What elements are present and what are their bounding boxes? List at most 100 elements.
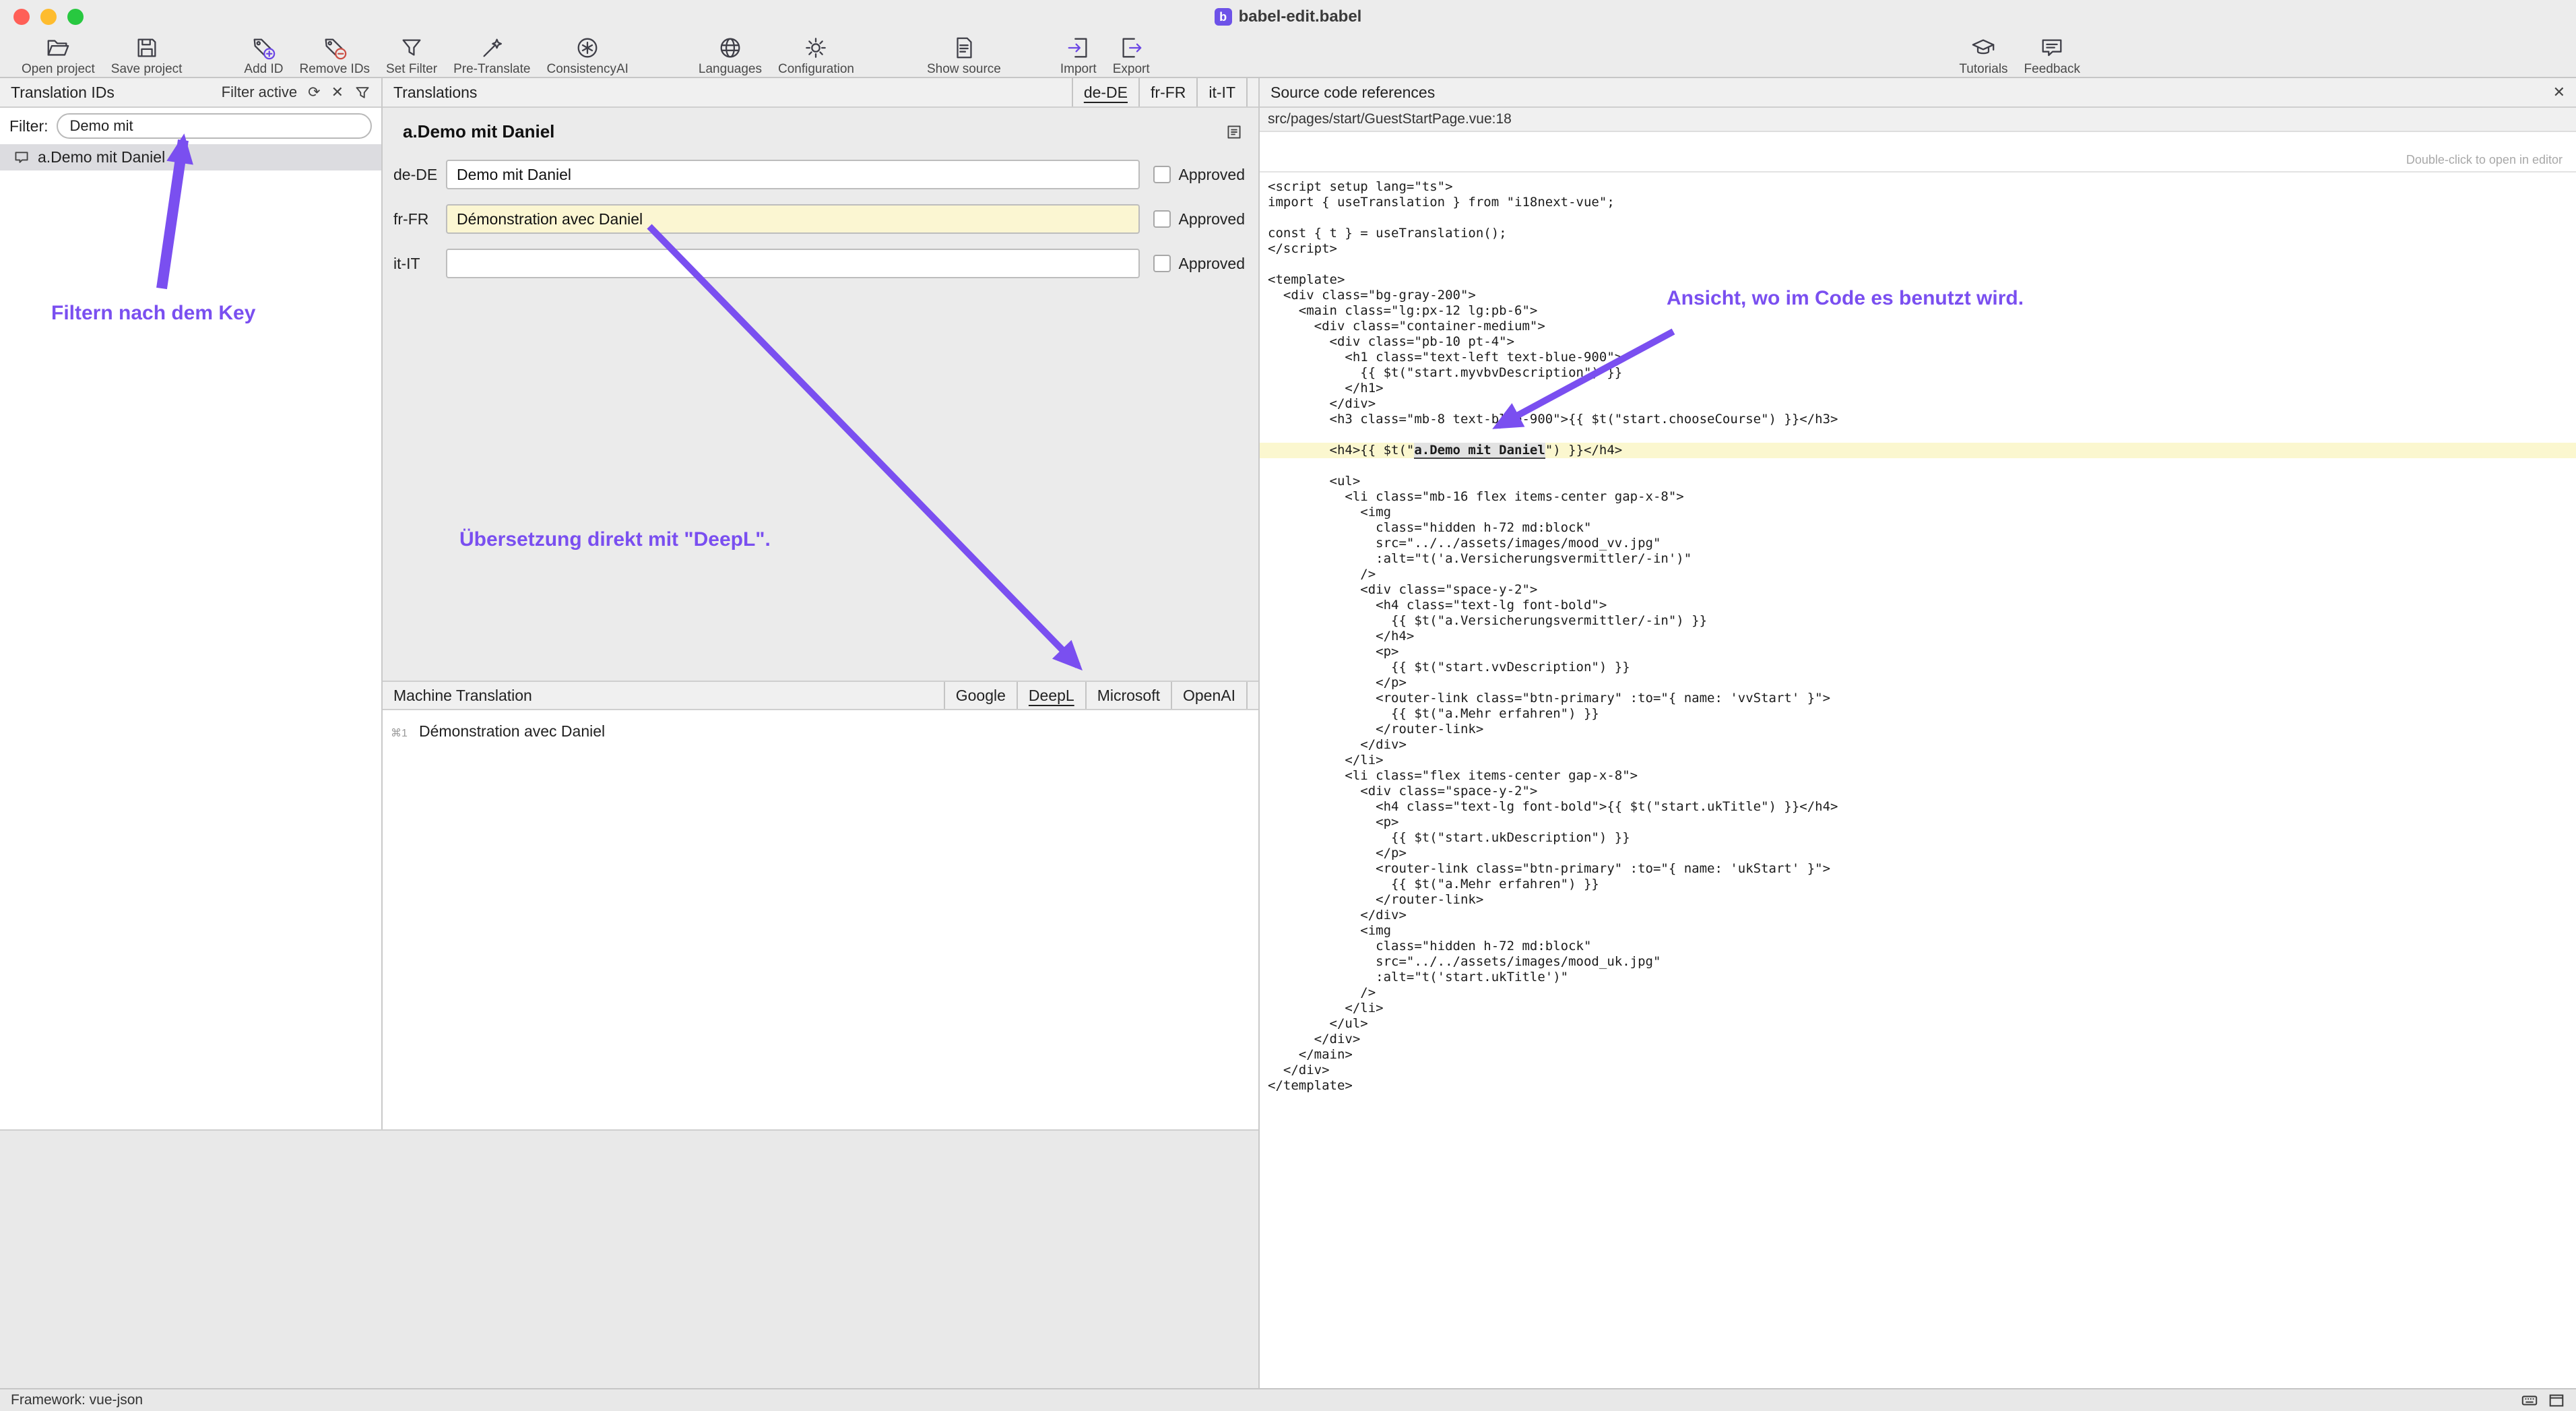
- code-line: </div>: [1260, 737, 2576, 753]
- language-label: de-DE: [393, 166, 446, 184]
- open-project-button[interactable]: Open project: [13, 34, 103, 77]
- empty-area: [0, 1129, 1258, 1388]
- code-line: <div class="space-y-2">: [1260, 784, 2576, 799]
- feedback-icon: [2039, 35, 2065, 61]
- filter-label: Filter:: [9, 117, 49, 135]
- code-line: {{ $t("start.vvDescription") }}: [1260, 660, 2576, 675]
- mt-tab-google[interactable]: Google: [944, 682, 1017, 709]
- consistencyai-button[interactable]: ConsistencyAI: [538, 34, 636, 77]
- feedback-button[interactable]: Feedback: [2016, 34, 2088, 77]
- tutorials-button[interactable]: Tutorials: [1951, 34, 2016, 77]
- code-line: </div>: [1260, 1032, 2576, 1047]
- toolbar-button-label: Feedback: [2024, 62, 2080, 77]
- toolbar-button-label: Configuration: [778, 62, 854, 77]
- code-line: {{ $t("a.Versicherungsvermittler/-in") }…: [1260, 613, 2576, 629]
- code-line: </script>: [1260, 241, 2576, 257]
- language-tab-it-it[interactable]: it-IT: [1196, 78, 1248, 106]
- code-line: </ul>: [1260, 1016, 2576, 1032]
- approved-checkbox-fr-fr[interactable]: [1153, 210, 1171, 228]
- remove-ids-button[interactable]: Remove IDs: [292, 34, 379, 77]
- code-line: </li>: [1260, 753, 2576, 768]
- source-code-view[interactable]: <script setup lang="ts">import { useTran…: [1260, 173, 2576, 1388]
- code-line: <h4 class="text-lg font-bold">: [1260, 598, 2576, 613]
- code-line: [1260, 427, 2576, 443]
- code-line: <p>: [1260, 644, 2576, 660]
- toolbar-button-label: Import: [1060, 62, 1097, 77]
- clear-filter-icon[interactable]: ✕: [331, 85, 344, 100]
- code-line: </p>: [1260, 675, 2576, 691]
- languages-button[interactable]: Languages: [690, 34, 770, 77]
- translation-row-fr-fr: fr-FRApproved: [393, 204, 1245, 234]
- import-button[interactable]: Import: [1052, 34, 1105, 77]
- set-filter-button[interactable]: Set Filter: [378, 34, 445, 77]
- machine-translation-header: Machine Translation GoogleDeepLMicrosoft…: [383, 681, 1258, 710]
- save-project-icon: [134, 35, 160, 61]
- comment-note-icon[interactable]: [1226, 124, 1242, 140]
- code-line: const { t } = useTranslation();: [1260, 226, 2576, 241]
- mt-shortcut-label: ⌘1: [391, 726, 412, 740]
- zoom-window-button[interactable]: [67, 9, 84, 25]
- code-line: <img: [1260, 505, 2576, 520]
- configuration-button[interactable]: Configuration: [770, 34, 862, 77]
- code-line: <ul>: [1260, 474, 2576, 489]
- close-window-button[interactable]: [13, 9, 30, 25]
- source-code-panel: Source code references ✕ src/pages/start…: [1258, 78, 2576, 1388]
- code-line: <h4>{{ $t("a.Demo mit Daniel") }}</h4>: [1260, 443, 2576, 458]
- language-tab-fr-fr[interactable]: fr-FR: [1138, 78, 1196, 106]
- add-id-button[interactable]: Add ID: [236, 34, 291, 77]
- mt-tab-deepl[interactable]: DeepL: [1017, 682, 1085, 709]
- mt-tab-openai[interactable]: OpenAI: [1171, 682, 1248, 709]
- translation-input-fr-fr[interactable]: [446, 204, 1140, 234]
- refresh-filter-icon[interactable]: ⟳: [308, 85, 320, 100]
- language-tab-de-de[interactable]: de-DE: [1072, 78, 1138, 106]
- code-line: {{ $t("a.Mehr erfahren") }}: [1260, 877, 2576, 892]
- code-line: [1260, 257, 2576, 272]
- file-reference[interactable]: src/pages/start/GuestStartPage.vue:18: [1260, 108, 2576, 132]
- translation-row-it-it: it-ITApproved: [393, 249, 1245, 278]
- window-title: babel-edit.babel: [1239, 7, 1362, 26]
- code-line: </router-link>: [1260, 892, 2576, 908]
- console-window-icon[interactable]: [2548, 1391, 2565, 1409]
- toolbar-button-label: Set Filter: [386, 62, 437, 77]
- pre-translate-button[interactable]: Pre-Translate: [445, 34, 538, 77]
- approved-checkbox-it-it[interactable]: [1153, 255, 1171, 272]
- code-line: </div>: [1260, 396, 2576, 412]
- toolbar-button-label: Languages: [699, 62, 762, 77]
- code-line: <li class="mb-16 flex items-center gap-x…: [1260, 489, 2576, 505]
- approved-checkbox-de-de[interactable]: [1153, 166, 1171, 183]
- translation-id-item[interactable]: a.Demo mit Daniel: [0, 144, 381, 170]
- toolbar-button-label: Add ID: [244, 62, 283, 77]
- mt-tab-microsoft[interactable]: Microsoft: [1085, 682, 1171, 709]
- mt-suggestion-row[interactable]: ⌘1 Démonstration avec Daniel: [383, 718, 1258, 745]
- translation-row-de-de: de-DEApproved: [393, 160, 1245, 189]
- code-line: [1260, 458, 2576, 474]
- code-line: <template>: [1260, 272, 2576, 288]
- code-line: {{ $t("start.myvbvDescription") }}: [1260, 365, 2576, 381]
- toolbar-button-label: Save project: [111, 62, 183, 77]
- code-line: {{ $t("a.Mehr erfahren") }}: [1260, 706, 2576, 722]
- code-line: </template>: [1260, 1078, 2576, 1094]
- babeledit-window: b babel-edit.babel Open projectSave proj…: [0, 0, 2576, 1411]
- show-source-icon: [951, 35, 977, 61]
- import-icon: [1066, 35, 1091, 61]
- export-button[interactable]: Export: [1105, 34, 1158, 77]
- close-panel-icon[interactable]: ✕: [2553, 85, 2565, 100]
- minimize-window-button[interactable]: [40, 9, 57, 25]
- highlighted-translation-key[interactable]: a.Demo mit Daniel: [1414, 443, 1545, 459]
- code-line: <script setup lang="ts">: [1260, 179, 2576, 195]
- code-line: <main class="lg:px-12 lg:pb-6">: [1260, 303, 2576, 319]
- toolbar-button-label: Tutorials: [1959, 62, 2007, 77]
- filter-menu-icon[interactable]: [354, 84, 371, 100]
- show-source-button[interactable]: Show source: [919, 34, 1009, 77]
- code-line: </h4>: [1260, 629, 2576, 644]
- machine-translation-content: ⌘1 Démonstration avec Daniel: [383, 710, 1258, 1129]
- code-line: <h3 class="mb-8 text-blue-900">{{ $t("st…: [1260, 412, 2576, 427]
- translation-input-it-it[interactable]: [446, 249, 1140, 278]
- code-line: <p>: [1260, 815, 2576, 830]
- translation-input-de-de[interactable]: [446, 160, 1140, 189]
- filter-input[interactable]: [57, 113, 373, 139]
- save-project-button[interactable]: Save project: [103, 34, 191, 77]
- keyboard-icon[interactable]: [2521, 1391, 2538, 1409]
- translations-content: a.Demo mit Daniel de-DEApprovedfr-FRAppr…: [383, 108, 1258, 681]
- machine-translation-title: Machine Translation: [393, 687, 532, 705]
